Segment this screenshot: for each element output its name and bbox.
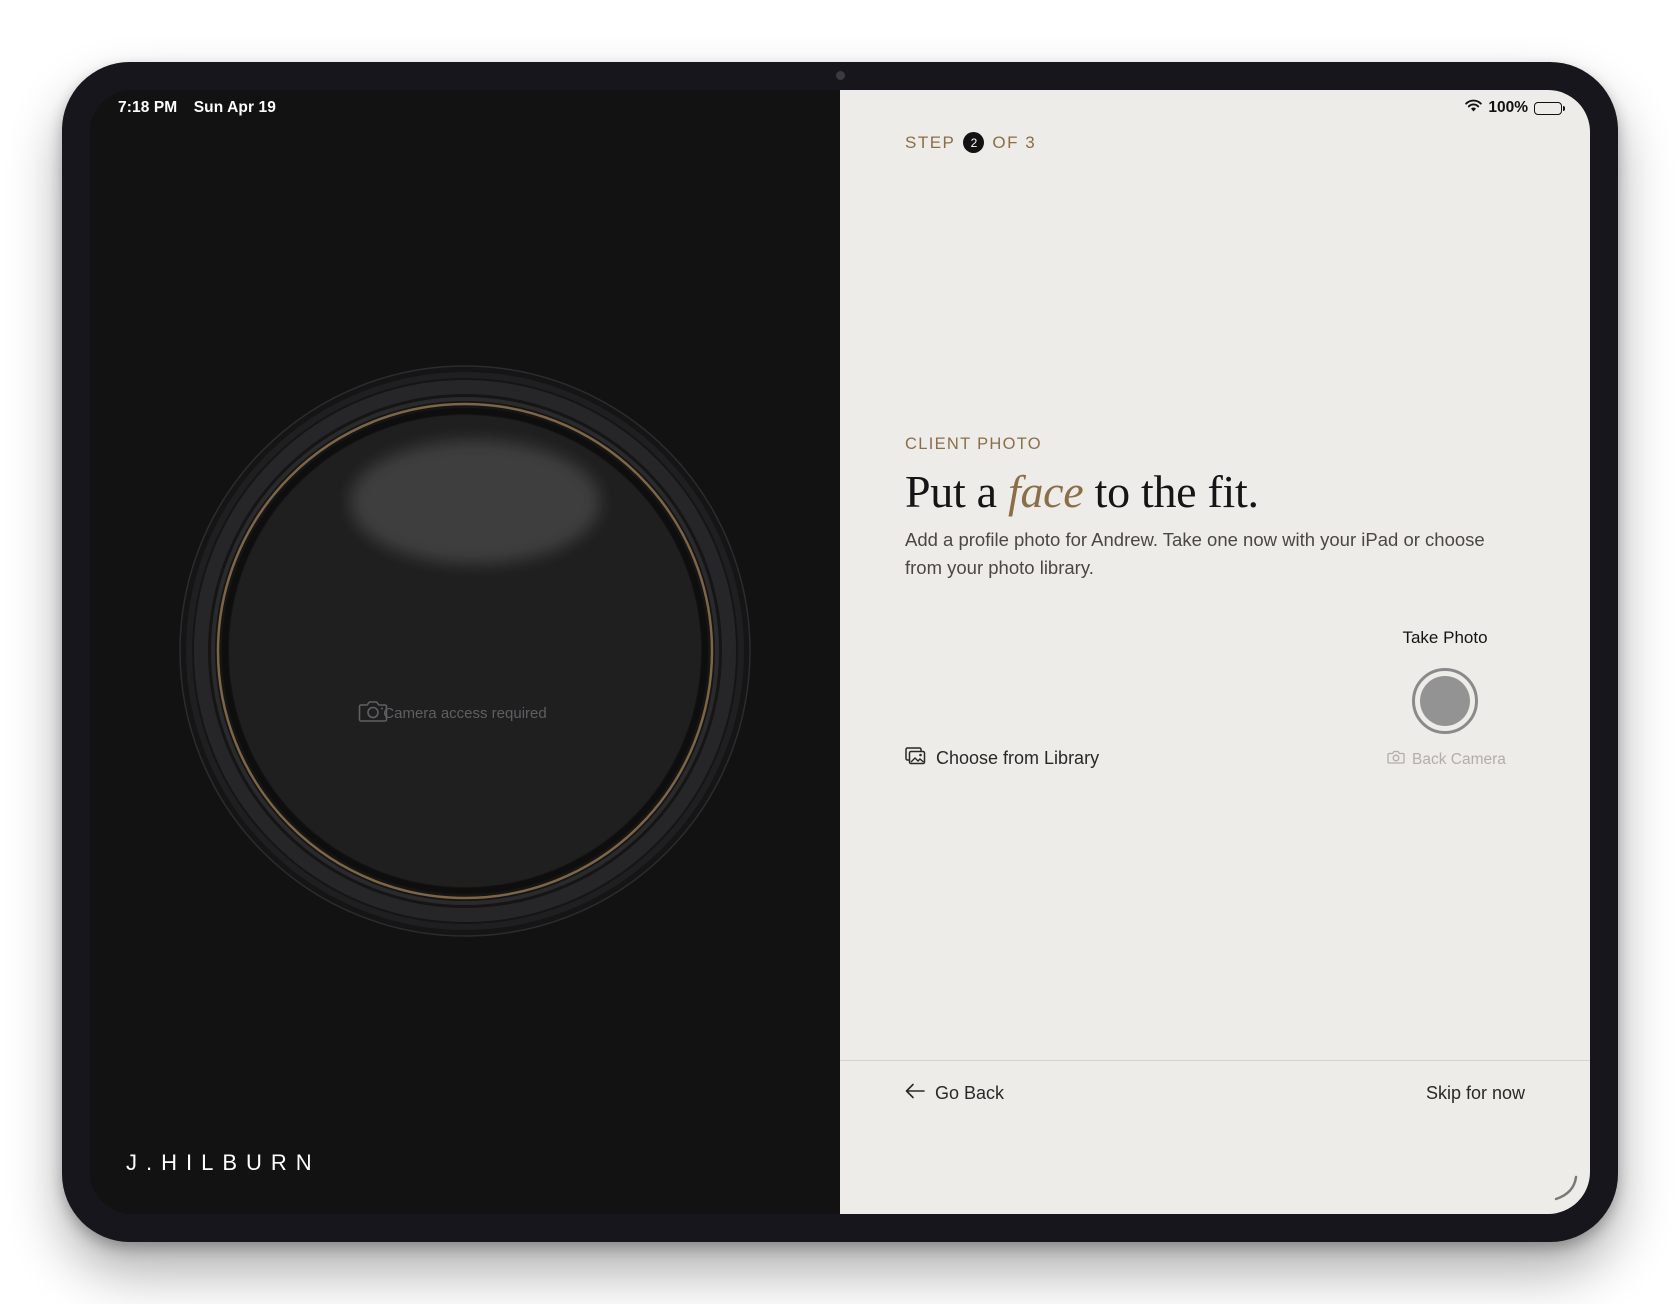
step-number-badge: 2 [963, 132, 985, 153]
status-bar-right: 100% [1465, 99, 1565, 117]
go-back-label: Go Back [935, 1083, 1005, 1103]
status-date: Sun Apr 19 [193, 99, 276, 116]
camera-access-label: Camera access required [383, 705, 547, 722]
title-emphasis: face [1007, 466, 1084, 517]
battery-icon [1534, 101, 1565, 115]
page-description: Add a profile photo for Andrew. Take one… [905, 529, 1485, 578]
choose-from-library-label: Choose from Library [936, 748, 1100, 768]
arrow-left-icon [905, 1083, 925, 1104]
title-before: Put a [905, 466, 997, 517]
wifi-icon [1465, 99, 1483, 117]
photo-step-pane: 100% STEP 2 OF 3 CLIENT PHOTO Put a face… [840, 90, 1590, 1214]
screen: 7:18 PM Sun Apr 19 Camera access require… [90, 90, 1590, 1214]
lens-glare [350, 440, 600, 564]
shutter-inner [1420, 676, 1470, 726]
brand-logo: J.HILBURN [126, 1150, 321, 1175]
window-resize-handle[interactable] [1552, 1175, 1578, 1206]
step-prefix: STEP [905, 132, 956, 152]
skip-for-now-button[interactable]: Skip for now [1426, 1083, 1525, 1104]
camera-access-message: Camera access required [358, 699, 572, 723]
camera-viewfinder: Camera access required [158, 344, 772, 958]
section-eyebrow: CLIENT PHOTO [905, 435, 1042, 453]
camera-switch-icon [1387, 750, 1405, 769]
status-bar-left: 7:18 PM Sun Apr 19 [118, 99, 276, 117]
page-title: Put a face to the fit. [905, 465, 1259, 518]
front-camera [836, 71, 845, 80]
choose-from-library-button[interactable]: Choose from Library [905, 747, 1099, 770]
status-time: 7:18 PM [118, 99, 178, 116]
step-indicator: STEP 2 OF 3 [905, 132, 1036, 153]
back-camera-toggle[interactable]: Back Camera [1387, 750, 1506, 769]
title-after: to the fit. [1094, 466, 1259, 517]
camera-preview-pane: 7:18 PM Sun Apr 19 Camera access require… [90, 90, 840, 1214]
take-photo-button[interactable] [1412, 668, 1478, 734]
battery-percent: 100% [1488, 99, 1528, 116]
go-back-button[interactable]: Go Back [905, 1083, 1004, 1104]
viewfinder-rings [179, 365, 751, 937]
photo-library-icon [905, 747, 926, 770]
step-suffix: OF 3 [992, 132, 1037, 152]
back-camera-label: Back Camera [1412, 750, 1506, 768]
footer-bar: Go Back Skip for now [840, 1060, 1590, 1214]
take-photo-label: Take Photo [1402, 628, 1488, 647]
